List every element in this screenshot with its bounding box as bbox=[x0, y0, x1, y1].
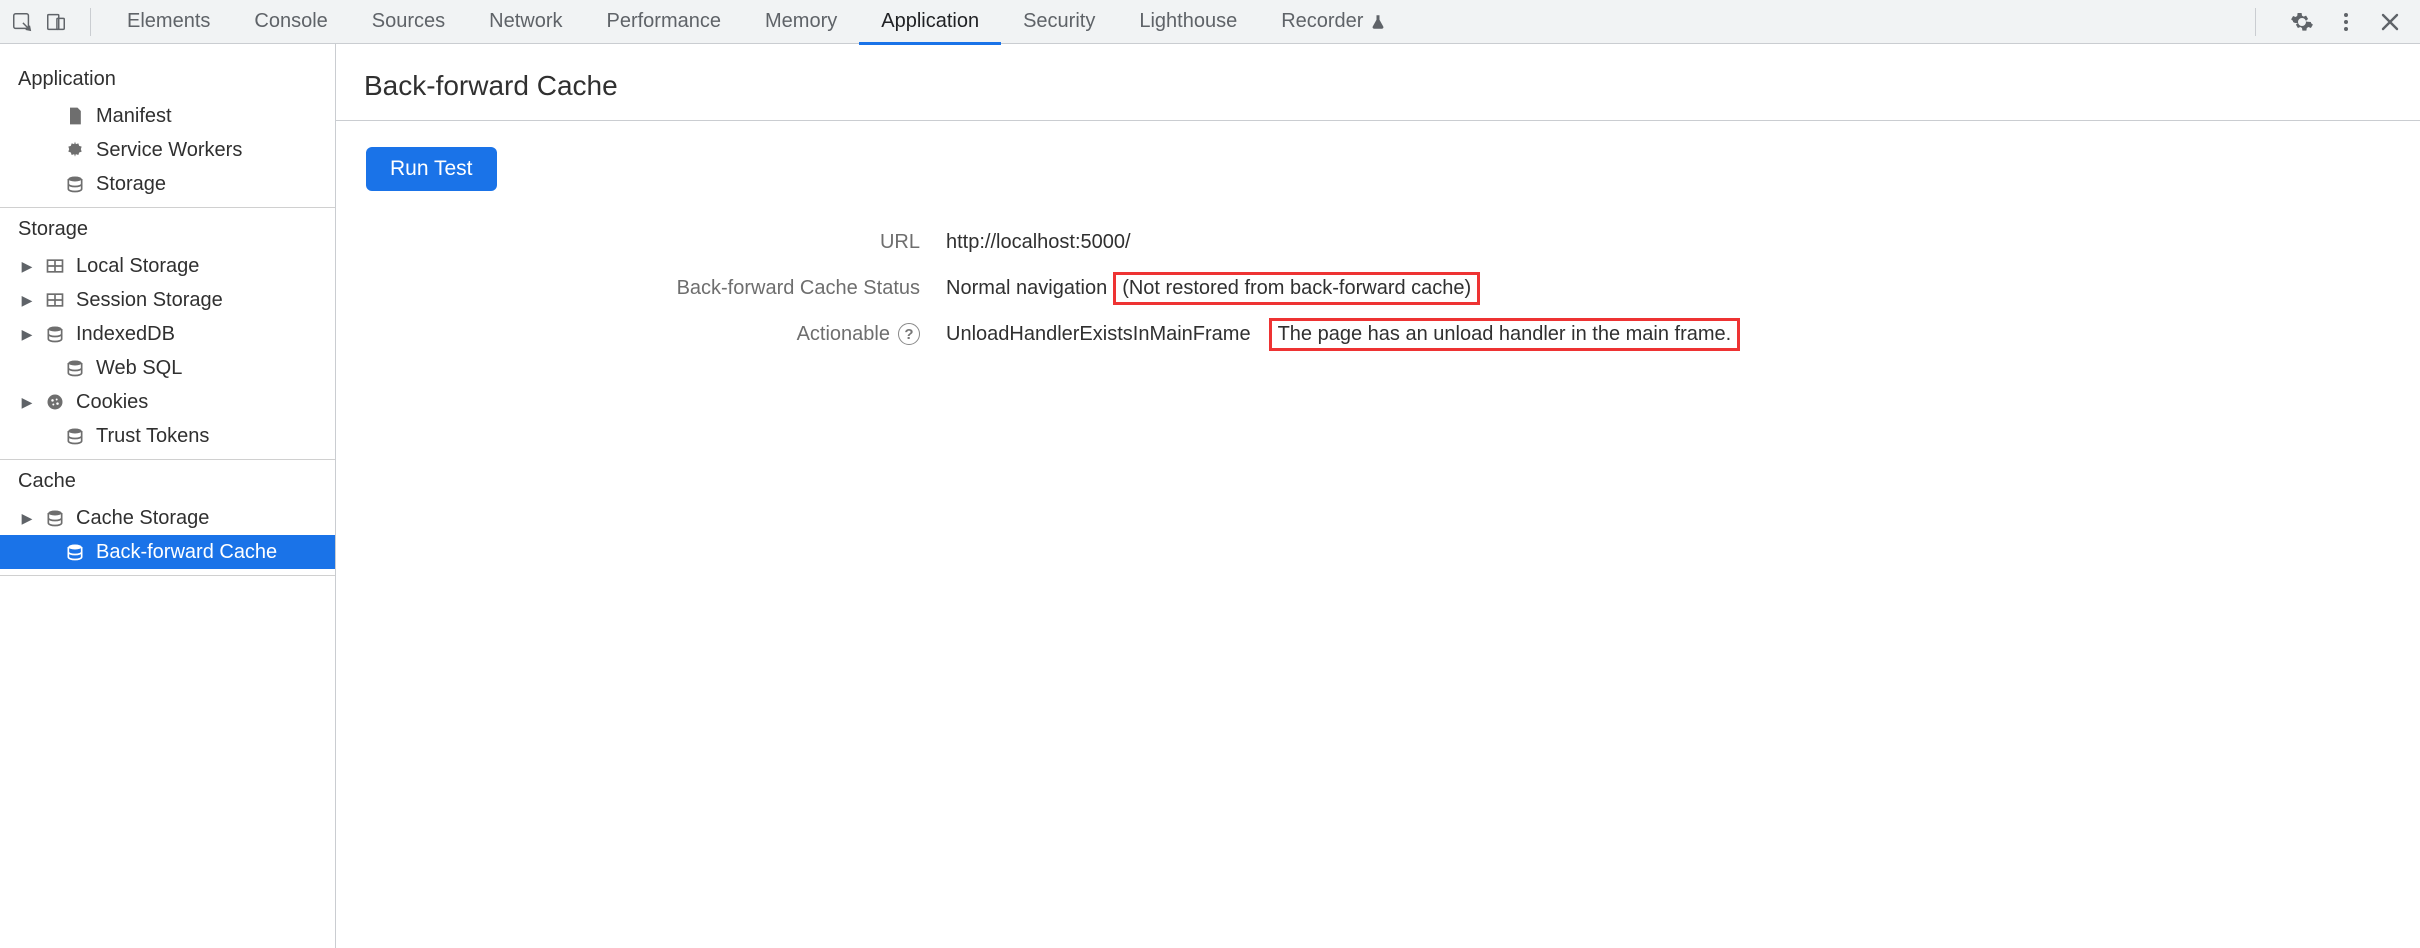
tab-label: Security bbox=[1023, 10, 1095, 33]
tab-label: Application bbox=[881, 10, 979, 33]
row-key-label: Actionable bbox=[797, 323, 890, 346]
storage-icon bbox=[64, 173, 86, 195]
tab-label: Recorder bbox=[1281, 10, 1363, 33]
sidebar-item-service-workers[interactable]: ▶ Service Workers bbox=[0, 133, 335, 167]
sidebar-item-label: IndexedDB bbox=[76, 323, 175, 346]
grid-icon bbox=[44, 289, 66, 311]
row-value: http://localhost:5000/ bbox=[946, 231, 1131, 254]
cookie-icon bbox=[44, 391, 66, 413]
sidebar-item-cache-storage[interactable]: ▶ Cache Storage bbox=[0, 501, 335, 535]
tab-label: Lighthouse bbox=[1139, 10, 1237, 33]
sidebar-item-label: Web SQL bbox=[96, 357, 182, 380]
sidebar-item-label: Cache Storage bbox=[76, 507, 209, 530]
tab-recorder[interactable]: Recorder bbox=[1259, 0, 1409, 44]
sidebar-item-back-forward-cache[interactable]: ▶ Back-forward Cache bbox=[0, 535, 335, 569]
content-pane: Back-forward Cache Run Test URL http://l… bbox=[336, 44, 2420, 948]
sidebar-item-trust-tokens[interactable]: ▶ Trust Tokens bbox=[0, 419, 335, 453]
chevron-right-icon: ▶ bbox=[20, 326, 34, 343]
row-key: URL bbox=[356, 231, 946, 254]
tab-label: Console bbox=[254, 10, 327, 33]
sidebar-item-label: Session Storage bbox=[76, 289, 223, 312]
sidebar-group-title: Application bbox=[0, 58, 335, 99]
storage-icon bbox=[64, 541, 86, 563]
tab-console[interactable]: Console bbox=[232, 0, 349, 44]
tab-lighthouse[interactable]: Lighthouse bbox=[1117, 0, 1259, 44]
more-icon[interactable] bbox=[2334, 10, 2358, 34]
row-value: Normal navigation (Not restored from bac… bbox=[946, 272, 1480, 305]
device-toggle-icon[interactable] bbox=[42, 8, 70, 36]
tab-label: Sources bbox=[372, 10, 445, 33]
storage-icon bbox=[64, 357, 86, 379]
tab-sources[interactable]: Sources bbox=[350, 0, 467, 44]
run-test-button[interactable]: Run Test bbox=[366, 147, 497, 191]
tab-elements[interactable]: Elements bbox=[105, 0, 232, 44]
close-icon[interactable] bbox=[2378, 10, 2402, 34]
info-table: URL http://localhost:5000/ Back-forward … bbox=[356, 219, 2400, 357]
sidebar-divider bbox=[0, 575, 335, 576]
chevron-right-icon: ▶ bbox=[20, 292, 34, 309]
sidebar-item-cookies[interactable]: ▶ Cookies bbox=[0, 385, 335, 419]
page-title: Back-forward Cache bbox=[364, 70, 2400, 102]
flask-icon bbox=[1369, 13, 1387, 31]
status-value: Normal navigation bbox=[946, 277, 1107, 300]
toolbar-right-group bbox=[2241, 8, 2412, 36]
row-key: Back-forward Cache Status bbox=[356, 277, 946, 300]
sidebar-group-title: Cache bbox=[0, 460, 335, 501]
tab-memory[interactable]: Memory bbox=[743, 0, 859, 44]
help-icon[interactable]: ? bbox=[898, 323, 920, 345]
sidebar-item-manifest[interactable]: ▶ Manifest bbox=[0, 99, 335, 133]
application-sidebar: Application ▶ Manifest ▶ Service Workers… bbox=[0, 44, 336, 948]
main-split: Application ▶ Manifest ▶ Service Workers… bbox=[0, 44, 2420, 948]
chevron-right-icon: ▶ bbox=[20, 510, 34, 527]
sidebar-item-label: Back-forward Cache bbox=[96, 541, 277, 564]
panel-tabs: Elements Console Sources Network Perform… bbox=[105, 0, 1409, 44]
tab-label: Memory bbox=[765, 10, 837, 33]
gear-icon bbox=[64, 139, 86, 161]
tab-application[interactable]: Application bbox=[859, 0, 1001, 44]
devtools-toolbar: Elements Console Sources Network Perform… bbox=[0, 0, 2420, 44]
sidebar-item-label: Storage bbox=[96, 173, 166, 196]
actionable-code: UnloadHandlerExistsInMainFrame bbox=[946, 323, 1251, 346]
chevron-right-icon: ▶ bbox=[20, 258, 34, 275]
settings-icon[interactable] bbox=[2290, 10, 2314, 34]
storage-icon bbox=[64, 425, 86, 447]
sidebar-item-label: Cookies bbox=[76, 391, 148, 414]
tab-label: Performance bbox=[607, 10, 722, 33]
tab-security[interactable]: Security bbox=[1001, 0, 1117, 44]
tab-performance[interactable]: Performance bbox=[585, 0, 744, 44]
storage-icon bbox=[44, 323, 66, 345]
inspect-icon[interactable] bbox=[8, 8, 36, 36]
row-actionable: Actionable ? UnloadHandlerExistsInMainFr… bbox=[356, 311, 2400, 357]
sidebar-item-label: Service Workers bbox=[96, 139, 242, 162]
actionable-highlight: The page has an unload handler in the ma… bbox=[1269, 318, 1741, 351]
row-url: URL http://localhost:5000/ bbox=[356, 219, 2400, 265]
row-value: UnloadHandlerExistsInMainFrame The page … bbox=[946, 318, 1740, 351]
sidebar-item-local-storage[interactable]: ▶ Local Storage bbox=[0, 249, 335, 283]
sidebar-item-label: Local Storage bbox=[76, 255, 199, 278]
content-divider bbox=[336, 120, 2420, 121]
tab-label: Network bbox=[489, 10, 562, 33]
sidebar-item-label: Trust Tokens bbox=[96, 425, 209, 448]
status-highlight: (Not restored from back-forward cache) bbox=[1113, 272, 1480, 305]
sidebar-item-storage[interactable]: ▶ Storage bbox=[0, 167, 335, 201]
row-key: Actionable ? bbox=[356, 323, 946, 346]
storage-icon bbox=[44, 507, 66, 529]
tab-label: Elements bbox=[127, 10, 210, 33]
tab-network[interactable]: Network bbox=[467, 0, 584, 44]
chevron-right-icon: ▶ bbox=[20, 394, 34, 411]
toolbar-divider bbox=[90, 8, 91, 36]
toolbar-left-group bbox=[8, 8, 105, 36]
grid-icon bbox=[44, 255, 66, 277]
sidebar-item-session-storage[interactable]: ▶ Session Storage bbox=[0, 283, 335, 317]
toolbar-divider bbox=[2255, 8, 2256, 36]
sidebar-item-indexeddb[interactable]: ▶ IndexedDB bbox=[0, 317, 335, 351]
sidebar-group-title: Storage bbox=[0, 208, 335, 249]
row-bfcache-status: Back-forward Cache Status Normal navigat… bbox=[356, 265, 2400, 311]
sidebar-item-label: Manifest bbox=[96, 105, 172, 128]
file-icon bbox=[64, 105, 86, 127]
sidebar-item-websql[interactable]: ▶ Web SQL bbox=[0, 351, 335, 385]
